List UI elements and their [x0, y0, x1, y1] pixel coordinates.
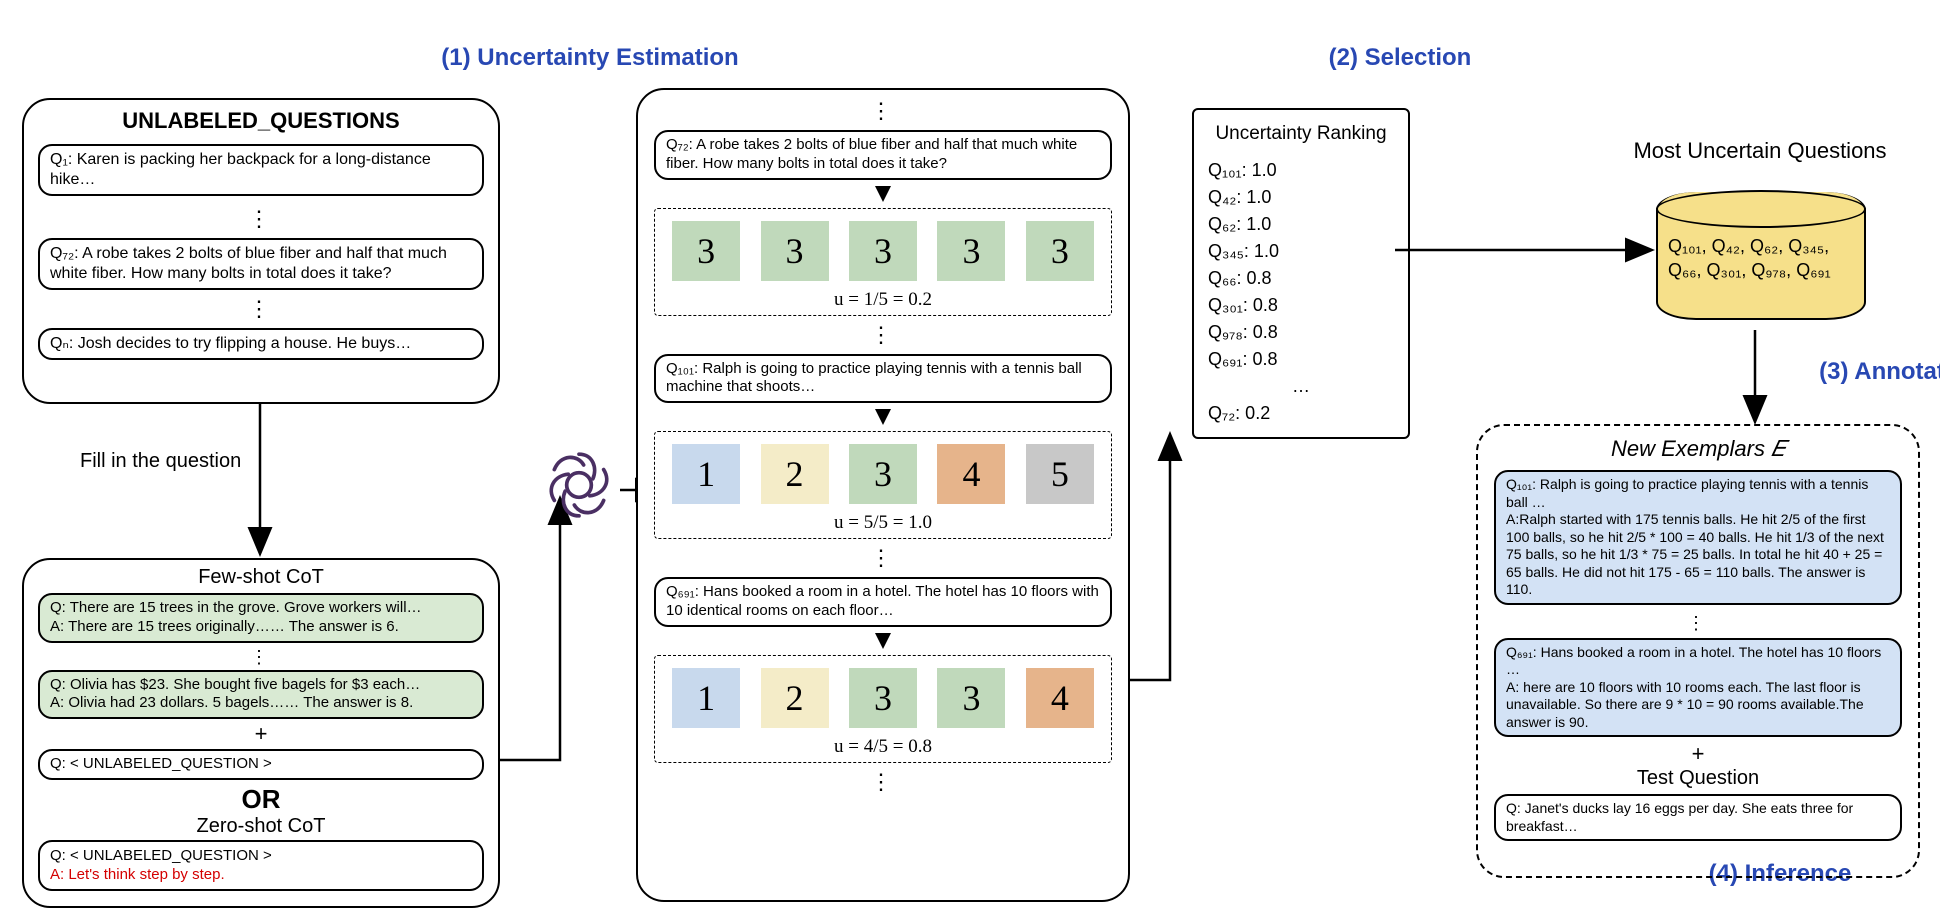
exemplars-panel: New Exemplars 𝐸 Q₁₀₁: Ralph is going to … — [1476, 424, 1920, 878]
q72-answers: 3 3 3 3 3 u = 1/5 = 0.2 — [654, 208, 1112, 316]
ans-tile: 3 — [849, 668, 917, 728]
ranking-box: Uncertainty Ranking Q₁₀₁: 1.0 Q₄₂: 1.0 Q… — [1192, 108, 1410, 439]
fewshot-slot: Q: < UNLABELED_QUESTION > — [38, 749, 484, 780]
dots-icon: ⋮ — [1478, 613, 1918, 634]
stage-1-title: (1) Uncertainty Estimation — [400, 44, 780, 72]
selected-title: Most Uncertain Questions — [1620, 138, 1900, 164]
ans-tile: 3 — [761, 221, 829, 281]
q691-answers: 1 2 3 3 4 u = 4/5 = 0.8 — [654, 655, 1112, 763]
fill-in-label: Fill in the question — [80, 450, 241, 473]
q1-bubble: Q₁: Karen is packing her backpack for a … — [38, 144, 484, 196]
unlabeled-title: UNLABELED_QUESTIONS — [24, 108, 498, 134]
exemplar-1: Q₁₀₁: Ralph is going to practice playing… — [1494, 470, 1902, 605]
zeroshot-bubble: Q: < UNLABELED_QUESTION > A: Let's think… — [38, 840, 484, 891]
rank-row: Q₃₀₁: 0.8 — [1208, 292, 1394, 319]
rank-row: Q₇₂: 0.2 — [1208, 400, 1394, 427]
ans-tile: 5 — [1026, 444, 1094, 504]
dots-icon: ⋮ — [638, 98, 1128, 124]
ans-tile: 2 — [761, 668, 829, 728]
rank-row: Q₆₂: 1.0 — [1208, 211, 1394, 238]
zeroshot-title: Zero-shot CoT — [24, 815, 498, 838]
plus-icon: + — [24, 721, 498, 747]
rank-row: … — [1208, 373, 1394, 400]
unlabeled-panel: UNLABELED_QUESTIONS Q₁: Karen is packing… — [22, 98, 500, 404]
ans-tile: 3 — [937, 221, 1005, 281]
arrow-down-icon — [875, 409, 891, 425]
exemplars-title: New Exemplars 𝐸 — [1478, 436, 1918, 462]
rank-row: Q₉₇₈: 0.8 — [1208, 319, 1394, 346]
ans-tile: 3 — [1026, 221, 1094, 281]
q101-u: u = 5/5 = 1.0 — [661, 512, 1105, 534]
q101-answers: 1 2 3 4 5 u = 5/5 = 1.0 — [654, 431, 1112, 539]
zeroshot-q: Q: < UNLABELED_QUESTION > — [50, 847, 272, 864]
fewshot-ex1: Q: There are 15 trees in the grove. Grov… — [38, 593, 484, 643]
ranking-title: Uncertainty Ranking — [1208, 120, 1394, 149]
dots-icon: ⋮ — [24, 647, 498, 668]
selected-list: Q₁₀₁, Q₄₂, Q₆₂, Q₃₄₅, Q₆₆, Q₃₀₁, Q₉₇₈, Q… — [1668, 234, 1854, 283]
fewshot-title: Few-shot CoT — [24, 566, 498, 589]
sample-q72: Q₇₂: A robe takes 2 bolts of blue fiber … — [654, 130, 1112, 180]
rank-row: Q₆₉₁: 0.8 — [1208, 346, 1394, 373]
ans-tile: 2 — [761, 444, 829, 504]
sample-q691: Q₆₉₁: Hans booked a room in a hotel. The… — [654, 577, 1112, 627]
stage-3-title: (3) Annotation — [1800, 358, 1940, 386]
sample-q101: Q₁₀₁: Ralph is going to practice playing… — [654, 354, 1112, 404]
dots-icon: ⋮ — [638, 322, 1128, 348]
dots-icon: ⋮ — [638, 769, 1128, 795]
llm-icon — [542, 448, 616, 527]
rank-row: Q₃₄₅: 1.0 — [1208, 238, 1394, 265]
rank-row: Q₁₀₁: 1.0 — [1208, 157, 1394, 184]
arrow-down-icon — [875, 633, 891, 649]
ans-tile: 3 — [672, 221, 740, 281]
selected-cylinder: Q₁₀₁, Q₄₂, Q₆₂, Q₃₄₅, Q₆₆, Q₃₀₁, Q₉₇₈, Q… — [1656, 192, 1866, 320]
ans-tile: 4 — [1026, 668, 1094, 728]
ans-tile: 1 — [672, 668, 740, 728]
ans-tile: 3 — [849, 221, 917, 281]
q72-u: u = 1/5 = 0.2 — [661, 289, 1105, 311]
rank-row: Q₆₆: 0.8 — [1208, 265, 1394, 292]
rank-row: Q₄₂: 1.0 — [1208, 184, 1394, 211]
ans-tile: 4 — [937, 444, 1005, 504]
ans-tile: 3 — [937, 668, 1005, 728]
test-question-label: Test Question — [1478, 767, 1918, 790]
q72-bubble: Q₇₂: A robe takes 2 bolts of blue fiber … — [38, 238, 484, 290]
test-question: Q: Janet's ducks lay 16 eggs per day. Sh… — [1494, 794, 1902, 841]
stage-2-title: (2) Selection — [1300, 44, 1500, 72]
qn-bubble: Qₙ: Josh decides to try flipping a house… — [38, 328, 484, 360]
ans-tile: 3 — [849, 444, 917, 504]
samples-panel: ⋮ Q₇₂: A robe takes 2 bolts of blue fibe… — [636, 88, 1130, 902]
exemplar-2: Q₆₉₁: Hans booked a room in a hotel. The… — [1494, 638, 1902, 738]
dots-icon: ⋮ — [24, 296, 498, 322]
q691-u: u = 4/5 = 0.8 — [661, 736, 1105, 758]
prompting-panel: Few-shot CoT Q: There are 15 trees in th… — [22, 558, 500, 908]
ans-tile: 1 — [672, 444, 740, 504]
dots-icon: ⋮ — [638, 545, 1128, 571]
zeroshot-a: A: Let's think step by step. — [50, 866, 225, 883]
plus-icon: + — [1478, 741, 1918, 767]
dots-icon: ⋮ — [24, 206, 498, 232]
fewshot-ex2: Q: Olivia has $23. She bought five bagel… — [38, 670, 484, 720]
arrow-down-icon — [875, 186, 891, 202]
or-label: OR — [24, 784, 498, 815]
